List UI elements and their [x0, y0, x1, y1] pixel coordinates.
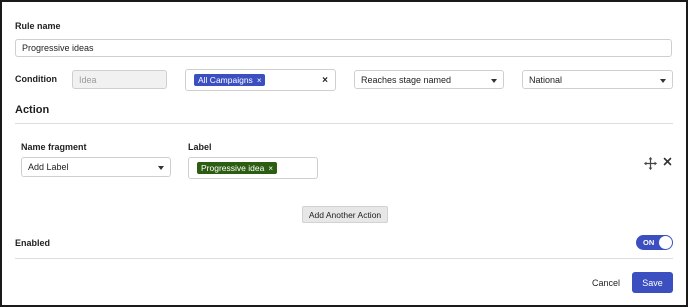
- chip-remove-icon[interactable]: ×: [268, 164, 273, 173]
- chevron-down-icon: [660, 78, 666, 83]
- chevron-down-icon: [491, 78, 497, 83]
- move-icon[interactable]: [644, 157, 657, 170]
- add-another-action-button[interactable]: Add Another Action: [302, 206, 388, 223]
- enabled-toggle[interactable]: ON: [636, 235, 673, 250]
- name-fragment-value: Add Label: [28, 162, 69, 172]
- label-chip: Progressive idea ×: [197, 162, 277, 174]
- clear-selection-icon[interactable]: ×: [322, 75, 328, 86]
- condition-type-field: Idea: [72, 70, 167, 89]
- name-fragment-select[interactable]: Add Label: [21, 157, 171, 177]
- rule-name-value: Progressive ideas: [22, 43, 94, 53]
- rule-editor-panel: Rule name Progressive ideas Condition Id…: [0, 0, 688, 307]
- rule-name-label: Rule name: [15, 21, 61, 31]
- campaign-multiselect[interactable]: All Campaigns × ×: [185, 69, 336, 91]
- campaign-chip: All Campaigns ×: [194, 74, 266, 86]
- stage-condition-value: Reaches stage named: [361, 74, 452, 85]
- label-field-label: Label: [188, 142, 212, 152]
- cancel-button[interactable]: Cancel: [586, 274, 626, 292]
- toggle-state-text: ON: [643, 238, 655, 247]
- save-button[interactable]: Save: [632, 272, 673, 293]
- label-multiselect[interactable]: Progressive idea ×: [188, 157, 318, 179]
- enabled-label: Enabled: [15, 238, 51, 248]
- footer-divider: [15, 258, 673, 259]
- label-chip-text: Progressive idea: [201, 163, 265, 173]
- condition-type-value: Idea: [79, 74, 97, 85]
- stage-condition-select[interactable]: Reaches stage named: [354, 70, 504, 89]
- toggle-knob: [659, 236, 672, 249]
- stage-name-value: National: [529, 74, 563, 85]
- condition-label: Condition: [15, 74, 57, 84]
- chip-remove-icon[interactable]: ×: [257, 76, 262, 85]
- rule-name-input[interactable]: Progressive ideas: [15, 39, 672, 57]
- chevron-down-icon: [158, 166, 164, 170]
- action-section-title: Action: [15, 104, 50, 116]
- name-fragment-label: Name fragment: [21, 142, 87, 152]
- campaign-chip-label: All Campaigns: [198, 75, 253, 85]
- action-divider: [15, 123, 673, 124]
- stage-name-select[interactable]: National: [522, 70, 673, 89]
- close-icon[interactable]: [663, 157, 672, 166]
